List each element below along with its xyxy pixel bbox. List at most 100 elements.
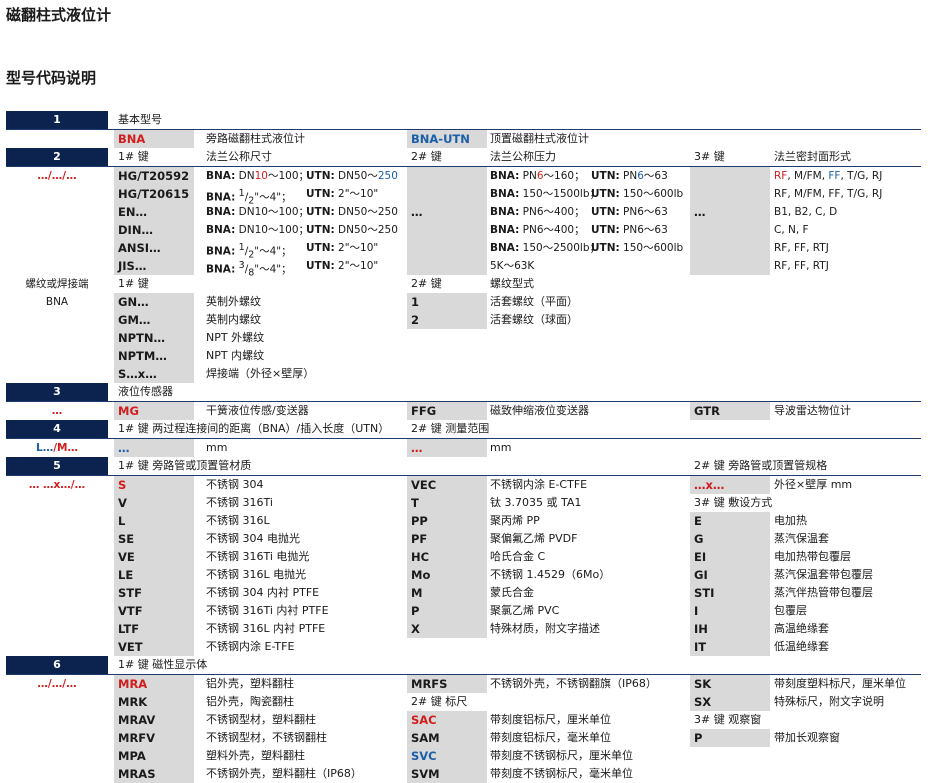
code-desc: 带刻度不锈钢标尺，毫米单位 — [490, 767, 633, 780]
table-row: …/…/… HG/T20592 BNA: DN10～100； UTN: DN50… — [6, 167, 921, 185]
code-cell: S…x… — [114, 365, 194, 383]
table-row: MRAV 不锈钢型材，塑料翻柱 SAC 带刻度铝标尺，厘米单位 3# 键 观察窗 — [6, 711, 921, 729]
seal-types: RF, M/FM, FF, T/G, RJ — [774, 188, 883, 200]
gray-cell — [690, 221, 770, 239]
code-desc: 英制外螺纹 — [206, 295, 261, 308]
code-cell: SVC — [407, 747, 487, 765]
code-cell: BNA — [114, 130, 194, 148]
size-bna: BNA: DN10～100； — [206, 224, 309, 236]
size-utn: UTN: 2"～10" — [306, 260, 379, 272]
code-desc: 顶置磁翻柱式液位计 — [490, 132, 589, 145]
code-cell: GM… — [114, 311, 194, 329]
code-cell: I — [690, 602, 770, 620]
model-code-table: 1 基本型号 BNA 旁路磁翻柱式液位计 BNA-UTN 顶置磁翻柱式液位计 2… — [6, 111, 921, 783]
pressure-utn: UTN: PN6～63 — [591, 206, 668, 218]
pressure-bna: BNA: PN6～400； — [490, 206, 585, 218]
code-desc: 不锈钢 316L — [206, 514, 270, 527]
code-desc: 聚氯乙烯 PVC — [490, 604, 560, 617]
table-row: EN… BNA: DN10～100； UTN: DN50～250 … BNA: … — [6, 203, 921, 221]
section-label: 液位传感器 — [118, 385, 173, 398]
table-row: GM… 英制内螺纹 2 活套螺纹（球面） — [6, 311, 921, 329]
code-cell: … — [114, 439, 194, 457]
note-text: 螺纹或焊接端 — [25, 278, 89, 290]
code-desc: 旁路磁翻柱式液位计 — [206, 132, 305, 145]
format-code: … …x…/… — [28, 479, 86, 491]
code-cell: P — [690, 729, 770, 747]
code-desc: 带刻度塑料标尺，厘米单位 — [774, 677, 906, 690]
code-desc: 带刻度不锈钢标尺，厘米单位 — [490, 749, 633, 762]
code-desc: 磁致伸缩液位变送器 — [490, 404, 589, 417]
size-bna: BNA: 3/8"～4"； — [206, 260, 292, 279]
doc-title: 磁翻柱式液位计 — [6, 6, 112, 24]
format-code: L…/M… — [36, 442, 78, 454]
code-cell: P — [407, 602, 487, 620]
gray-cell — [407, 221, 487, 239]
code-cell: GTR — [690, 402, 770, 420]
code-cell: SK — [690, 675, 770, 693]
code-desc: NPT 外螺纹 — [206, 331, 265, 344]
table-row: NPTN… NPT 外螺纹 — [6, 329, 921, 347]
table-row: MRK 铝外壳，陶瓷翻柱 2# 键 标尺 SX 特殊标尺，附文字说明 — [6, 693, 921, 711]
table-row: 螺纹或焊接端 1# 键 2# 键 螺纹型式 — [6, 275, 921, 293]
code-cell: IT — [690, 638, 770, 656]
key-label: 2# 键 — [411, 277, 442, 290]
code-cell: SE — [114, 530, 194, 548]
table-row: SE 不锈钢 304 电抛光 PF 聚偏氟乙烯 PVDF G 蒸汽保温套 — [6, 530, 921, 548]
code-desc: 导波雷达物位计 — [774, 404, 851, 417]
code-cell: SAM — [407, 729, 487, 747]
code-desc: 哈氏合金 C — [490, 550, 546, 563]
code-cell: VET — [114, 638, 194, 656]
code-cell: STI — [690, 584, 770, 602]
seal-types: RF, M/FM, FF, T/G, RJ — [774, 170, 883, 182]
code-desc: 电加热带包覆层 — [774, 550, 851, 563]
code-cell: G — [690, 530, 770, 548]
code-cell: VTF — [114, 602, 194, 620]
table-row: L 不锈钢 316L PP 聚丙烯 PP E 电加热 — [6, 512, 921, 530]
key-label: 2# 键 标尺 — [411, 695, 468, 708]
pressure-utn: UTN: 150～600lb — [591, 242, 684, 254]
code-desc: 塑料外壳，塑料翻柱 — [206, 749, 305, 762]
code-cell: M — [407, 584, 487, 602]
code-desc: 铝外壳，陶瓷翻柱 — [206, 695, 294, 708]
format-code: …/…/… — [37, 678, 77, 690]
key-desc: 法兰公称压力 — [490, 150, 556, 163]
pressure-utn: UTN: PN6～63 — [591, 170, 668, 182]
section-label: 基本型号 — [118, 113, 162, 126]
code-cell: ANSI… — [114, 239, 194, 257]
size-bna: BNA: DN10～100； — [206, 170, 310, 182]
section-label: 1# 键 两过程连接间的距离（BNA）/插入长度（UTN） — [118, 422, 390, 435]
code-cell: STF — [114, 584, 194, 602]
code-cell: 2 — [407, 311, 487, 329]
section-4-header: 4 1# 键 两过程连接间的距离（BNA）/插入长度（UTN） 2# 键 测量范… — [6, 420, 921, 439]
code-desc: 不锈钢 304 — [206, 478, 264, 491]
code-cell: LTF — [114, 620, 194, 638]
table-row: DIN… BNA: DN10～100； UTN: DN50～250 BNA: P… — [6, 221, 921, 239]
section-5-header: 5 1# 键 旁路管或顶置管材质 2# 键 旁路管或顶置管规格 — [6, 457, 921, 476]
pressure-bna: BNA: PN6～400； — [490, 224, 585, 236]
size-utn: UTN: 2"～10" — [306, 242, 379, 254]
table-row: … …x…/… S 不锈钢 304 VEC 不锈钢内涂 E-CTFE …x… 外… — [6, 476, 921, 494]
code-cell: S — [114, 476, 194, 494]
key-label: 2# 键 — [411, 150, 442, 163]
code-cell: MPA — [114, 747, 194, 765]
table-row: L…/M… … mm … mm — [6, 439, 921, 457]
size-utn: UTN: DN50～250 — [306, 170, 398, 182]
table-row: LE 不锈钢 316L 电抛光 Mo 不锈钢 1.4529（6Mo） GI 蒸汽… — [6, 566, 921, 584]
size-utn: UTN: DN50～250 — [306, 224, 398, 236]
code-cell: LE — [114, 566, 194, 584]
code-desc: 特殊材质，附文字描述 — [490, 622, 600, 635]
gray-cell — [690, 239, 770, 257]
code-cell: Mo — [407, 566, 487, 584]
section-label: 2# 键 旁路管或顶置管规格 — [694, 459, 828, 472]
size-bna: BNA: 1/2"～4"； — [206, 188, 292, 207]
code-desc: 带加长观察窗 — [774, 731, 840, 744]
table-row: NPTM… NPT 内螺纹 — [6, 347, 921, 365]
code-desc: 焊接端（外径×壁厚） — [206, 367, 315, 380]
code-cell: EI — [690, 548, 770, 566]
code-desc: 铝外壳，塑料翻柱 — [206, 677, 294, 690]
code-desc: 带刻度铝标尺，厘米单位 — [490, 713, 611, 726]
gray-cell — [690, 167, 770, 185]
pressure-utn: UTN: PN6～63 — [591, 224, 668, 236]
gray-cell — [407, 239, 487, 257]
code-cell: VEC — [407, 476, 487, 494]
